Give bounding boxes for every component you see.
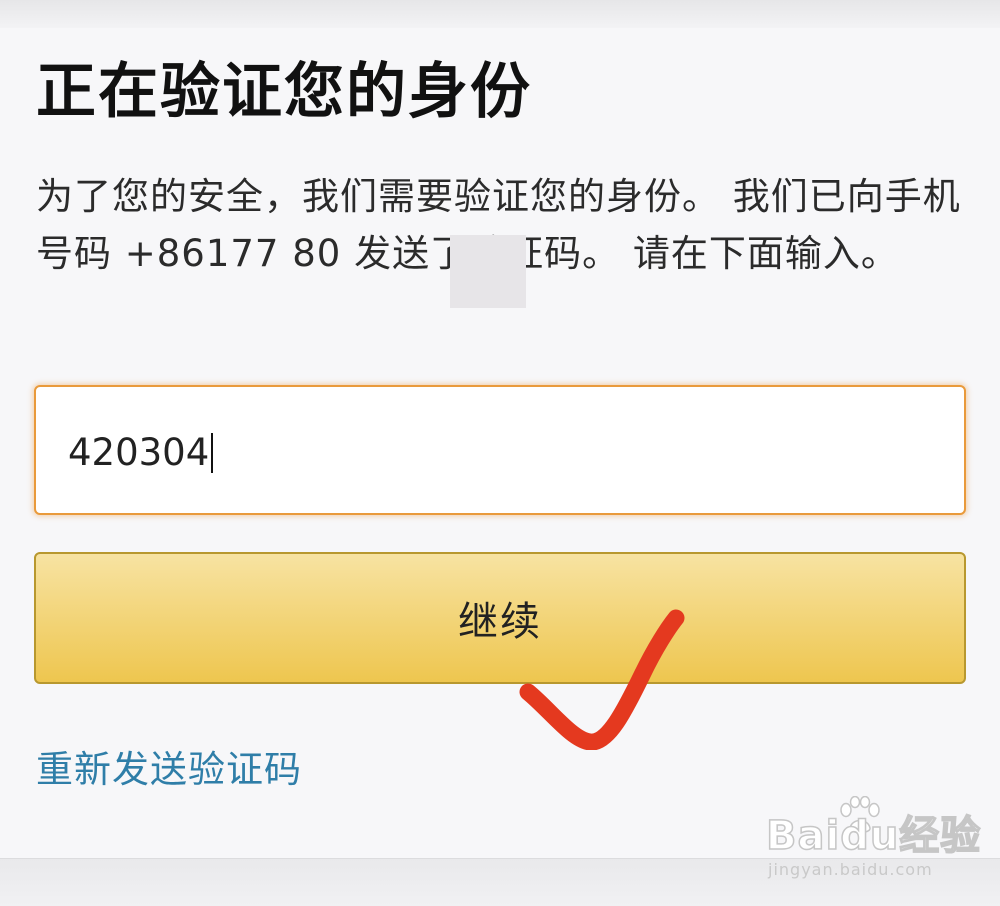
watermark-url: jingyan.baidu.com	[768, 860, 933, 879]
continue-button[interactable]: 继续	[34, 552, 966, 684]
watermark-logo-text: Baidu经验	[765, 813, 982, 859]
verification-code-value: 420304	[68, 431, 214, 474]
checkmark-annotation-icon	[519, 609, 685, 750]
baidu-watermark: Baidu经验 jingyan.baidu.com	[765, 796, 991, 886]
redaction-block	[450, 235, 526, 308]
top-divider	[0, 0, 1000, 31]
code-text: 420304	[68, 431, 210, 474]
resend-code-link[interactable]: 重新发送验证码	[36, 745, 302, 795]
text-caret	[211, 433, 214, 473]
verification-code-input[interactable]: 420304	[34, 385, 966, 515]
page-title: 正在验证您的身份	[36, 57, 532, 127]
